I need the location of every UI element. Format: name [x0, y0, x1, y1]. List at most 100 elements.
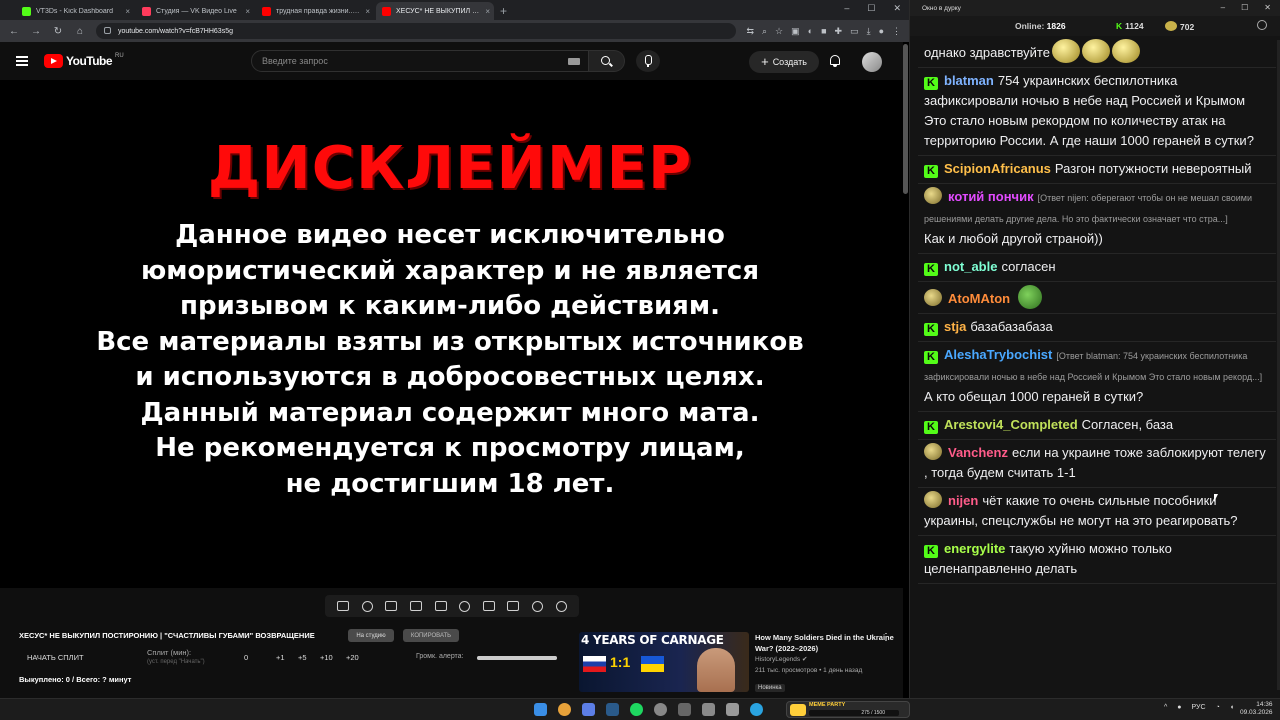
keyboard-icon[interactable] — [568, 58, 580, 65]
flask-icon[interactable] — [532, 600, 544, 612]
extensions-puzzle-icon[interactable]: ✚ — [835, 26, 843, 37]
bookmark-star-icon[interactable]: ☆ — [775, 26, 783, 37]
to-studio-button[interactable]: На студию — [348, 629, 394, 642]
download-icon[interactable]: ⤓ — [867, 26, 871, 37]
chat-username[interactable]: blatman — [944, 73, 994, 88]
minimize-icon[interactable]: – — [844, 3, 849, 14]
chat-username[interactable]: energylite — [944, 541, 1005, 556]
steam-icon[interactable] — [606, 703, 619, 716]
network-icon[interactable]: ◔ — [1216, 704, 1220, 711]
chat-username[interactable]: AtoMAton — [948, 291, 1010, 306]
film-icon[interactable] — [410, 601, 423, 611]
pip-icon[interactable] — [434, 601, 447, 611]
extension-icon[interactable]: ◐ — [808, 26, 813, 36]
meme-party-widget[interactable]: MEME PARTY 275 / 1500 — [786, 701, 910, 718]
close-icon[interactable]: ✕ — [1264, 3, 1271, 12]
site-info-icon[interactable] — [104, 27, 111, 34]
home-icon[interactable]: ⌂ — [74, 26, 86, 37]
channel-name[interactable]: HistoryLegends ✔ — [755, 654, 895, 665]
maximize-icon[interactable]: ☐ — [867, 3, 875, 14]
chat-username[interactable]: Arestovi4_Completed — [944, 417, 1078, 432]
extension-icon[interactable]: ▣ — [791, 26, 800, 37]
language-indicator[interactable]: РУС — [1192, 704, 1206, 711]
app-icon[interactable] — [726, 703, 739, 716]
mic-icon[interactable]: ● — [1177, 704, 1181, 711]
obs-icon[interactable] — [702, 703, 715, 716]
youtube-logo[interactable]: YouTube RU — [44, 53, 124, 68]
browser-tab[interactable]: ХЕСУС* НЕ ВЫКУПИЛ ПОСТИРОНИЮ × — [376, 2, 494, 20]
browser-tab[interactable]: Студия — VK Видео Live × — [136, 2, 254, 20]
tab-label: трудная правда жизни... - YouTube — [276, 7, 360, 15]
chat-username[interactable]: nijen — [948, 493, 978, 508]
loop-icon[interactable] — [337, 601, 350, 611]
chat-username[interactable]: ScipionAfricanus — [944, 161, 1051, 176]
browser-tab[interactable]: трудная правда жизни... - YouTube × — [256, 2, 374, 20]
taskbar: MEME PARTY 275 / 1500 ^ ● РУС ◔ ◖ 14:36 … — [0, 698, 1280, 720]
split-add-20-button[interactable]: +20 — [346, 653, 359, 662]
copy-button[interactable]: КОПИРОВАТЬ — [403, 629, 459, 642]
chat-text: Как и любой другой страной)) — [924, 231, 1103, 246]
menu-dots-icon[interactable]: ⋮ — [892, 26, 901, 37]
translate-icon[interactable]: ⇆ — [746, 26, 754, 37]
volume-icon[interactable]: ◖ — [1230, 704, 1234, 711]
app-icon[interactable] — [678, 703, 691, 716]
start-split-button[interactable]: НАЧАТЬ СПЛИТ — [27, 653, 84, 662]
sidebar-icon[interactable]: ▭ — [850, 26, 859, 37]
chat-username[interactable]: stja — [944, 319, 966, 334]
broadcast-icon[interactable] — [361, 600, 373, 612]
search-input[interactable]: Введите запрос — [251, 50, 589, 72]
create-button[interactable]: + Создать — [749, 51, 819, 73]
split-add-5-button[interactable]: +5 — [298, 653, 307, 662]
alert-volume-slider[interactable] — [477, 656, 557, 660]
voice-search-mic-icon[interactable] — [636, 50, 660, 72]
tab-close-icon[interactable]: × — [125, 7, 130, 16]
url-field[interactable]: youtube.com/watch?v=fcB7HH63s5g — [96, 23, 737, 39]
new-tab-icon[interactable]: + — [500, 4, 507, 18]
zoom-icon[interactable]: ⌕ — [762, 26, 767, 37]
speed-icon[interactable] — [459, 600, 471, 612]
page-scrollbar[interactable] — [903, 44, 908, 194]
app-icon[interactable] — [654, 703, 667, 716]
profile-icon[interactable]: ● — [879, 26, 884, 36]
reload-icon[interactable]: ↻ — [52, 26, 64, 37]
video-player[interactable]: ДИСКЛЕЙМЕР Данное видео несет исключител… — [0, 80, 903, 588]
clock[interactable]: 14:36 09.03.2026 — [1240, 701, 1273, 717]
back-icon[interactable]: ← — [8, 26, 20, 37]
related-video-info[interactable]: How Many Soldiers Died in the Ukraine Wa… — [755, 632, 895, 694]
avatar[interactable] — [862, 52, 882, 72]
related-video-title[interactable]: How Many Soldiers Died in the Ukraine Wa… — [755, 632, 895, 654]
windows-start-icon[interactable] — [534, 703, 547, 716]
chat-username[interactable]: AleshaTrybochist — [944, 347, 1052, 362]
tray-arrow-icon[interactable]: ^ — [1164, 704, 1167, 711]
related-video-thumbnail[interactable]: 4 YEARS OF CARNAGE 1:1 — [579, 632, 749, 692]
more-actions-icon[interactable]: ⋮ — [881, 632, 891, 643]
clip-icon[interactable] — [482, 601, 495, 611]
close-icon[interactable]: ✕ — [893, 3, 901, 14]
spotify-icon[interactable] — [630, 703, 643, 716]
search-button[interactable] — [589, 50, 625, 72]
chat-username[interactable]: Vanchenz — [948, 445, 1008, 460]
notifications-bell-icon[interactable] — [829, 54, 841, 67]
tab-close-icon[interactable]: × — [485, 7, 490, 16]
gear-icon[interactable] — [555, 600, 567, 612]
split-value-0[interactable]: 0 — [244, 653, 248, 662]
tab-close-icon[interactable]: × — [365, 7, 370, 16]
telegram-icon[interactable] — [750, 703, 763, 716]
tab-close-icon[interactable]: × — [245, 7, 250, 16]
maximize-icon[interactable]: ☐ — [1241, 3, 1248, 12]
app-icon[interactable] — [582, 703, 595, 716]
screenshot-icon[interactable] — [507, 601, 520, 611]
extension-icon[interactable]: ■ — [821, 26, 826, 36]
disclaimer-line: призывом к каким-либо действиям. — [180, 291, 720, 321]
split-add-10-button[interactable]: +10 — [320, 653, 333, 662]
minimize-icon[interactable]: – — [1221, 3, 1225, 12]
browser-tab[interactable]: VT3Ds - Kick Dashboard × — [16, 2, 134, 20]
menu-hamburger-icon[interactable] — [16, 56, 28, 66]
chrome-icon[interactable] — [558, 703, 571, 716]
forward-icon[interactable]: → — [30, 26, 42, 37]
gear-icon[interactable] — [1257, 20, 1267, 30]
split-add-1-button[interactable]: +1 — [276, 653, 285, 662]
view-icon[interactable] — [385, 601, 398, 611]
chat-username[interactable]: not_able — [944, 259, 997, 274]
chat-username[interactable]: котий пончик — [948, 189, 1034, 204]
